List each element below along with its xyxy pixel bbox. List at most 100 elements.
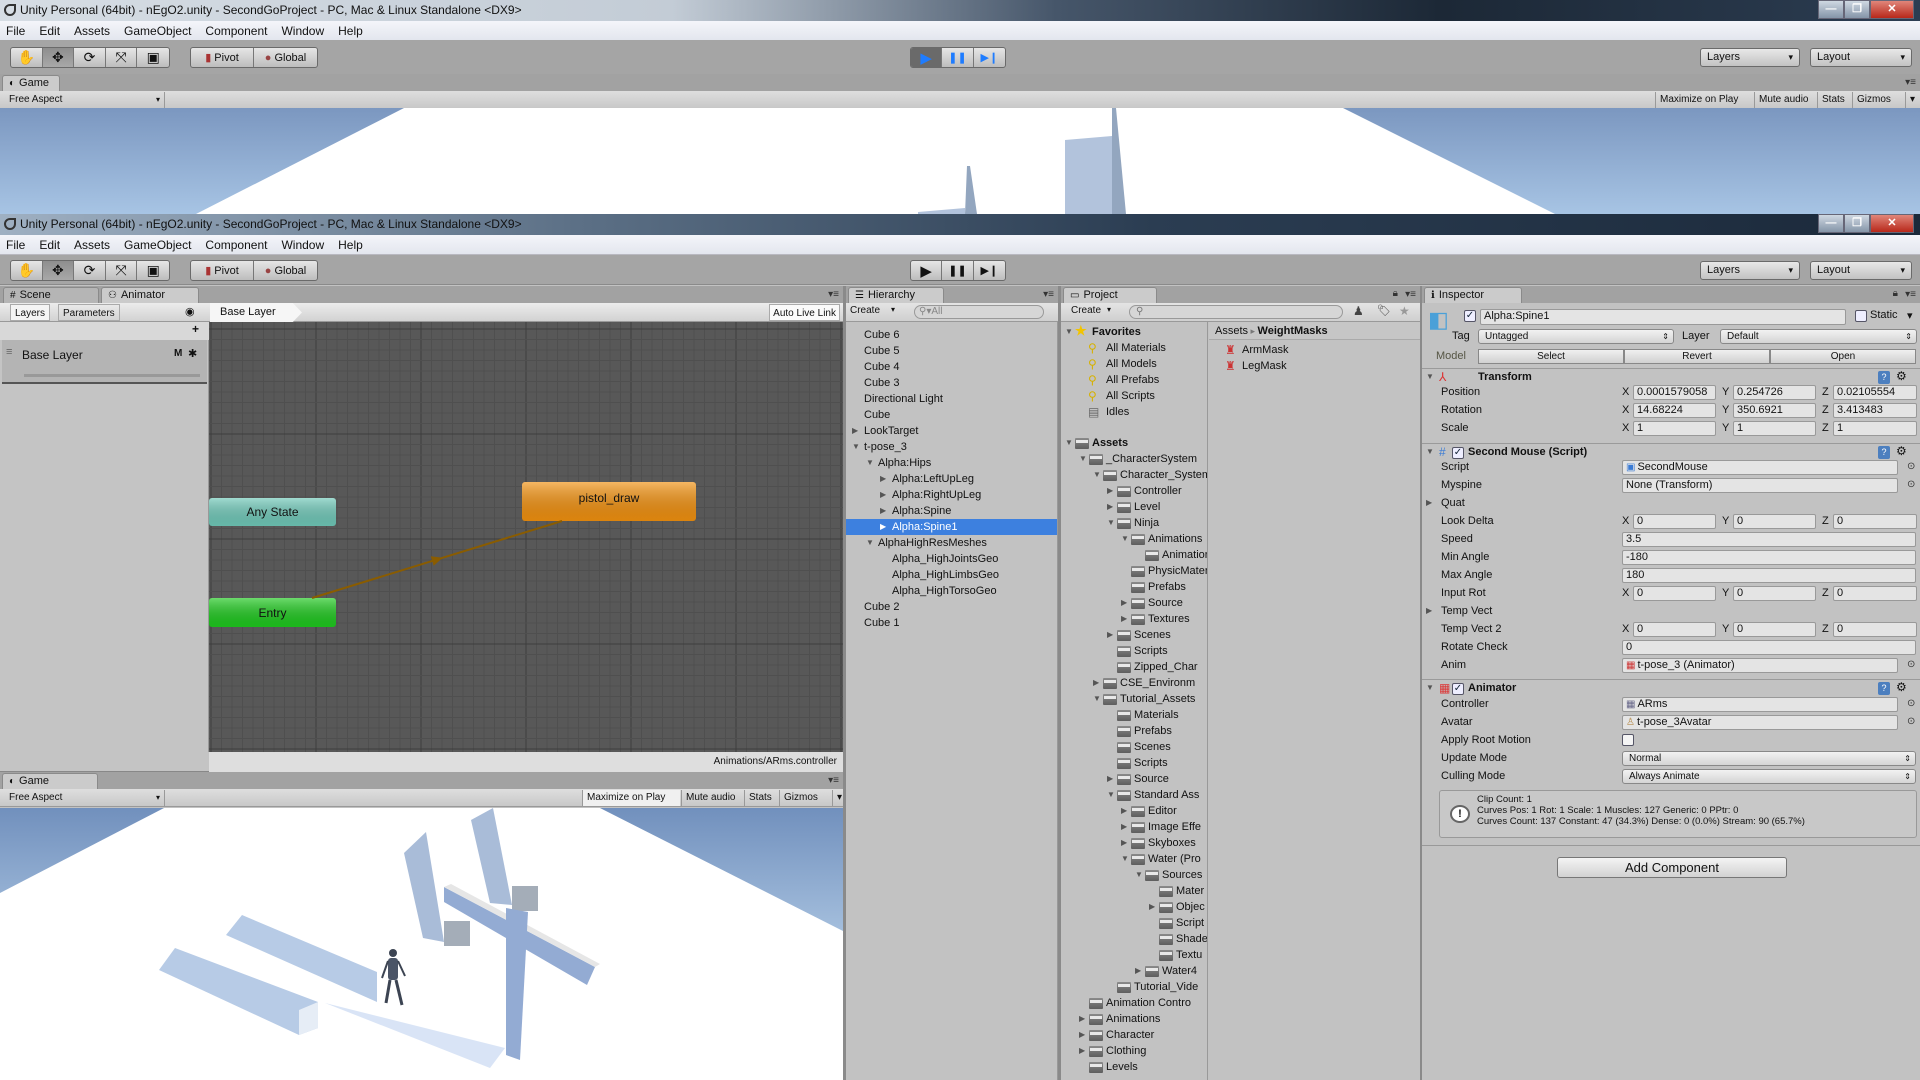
help-book-icon[interactable]: ? <box>1878 682 1890 695</box>
layer-dropdown[interactable]: Default <box>1720 329 1917 344</box>
project-folder[interactable]: ▼ Sources <box>1061 867 1207 883</box>
project-folder[interactable]: Scripts <box>1061 755 1207 771</box>
expand-arrow-icon[interactable]: ▶ <box>852 423 858 439</box>
object-reference-field[interactable]: None (Transform) <box>1622 478 1898 493</box>
model-open-button[interactable]: Open <box>1770 349 1916 364</box>
favorite-item[interactable]: ⚲ All Materials <box>1061 340 1207 356</box>
tab-game[interactable]: ◐ Game <box>2 773 98 789</box>
expand-arrow-icon[interactable]: ▶ <box>1121 803 1127 819</box>
project-folder[interactable]: ▶ Animations <box>1061 1011 1207 1027</box>
hierarchy-item[interactable]: Cube <box>846 407 1057 423</box>
menu-help[interactable]: Help <box>338 24 363 38</box>
expand-arrow-icon[interactable]: ▼ <box>866 535 874 551</box>
hierarchy-item[interactable]: ▼ t-pose_3 <box>846 439 1057 455</box>
subtab-parameters[interactable]: Parameters <box>58 304 120 321</box>
z-value-input[interactable]: 0 <box>1833 586 1917 601</box>
component-gear-icon[interactable]: ⚙ <box>1896 369 1907 383</box>
object-picker-icon[interactable]: ⊙ <box>1907 659 1915 670</box>
y-value-input[interactable]: 1 <box>1733 421 1816 436</box>
project-folder[interactable]: Animation Contro <box>1061 995 1207 1011</box>
project-folder[interactable]: Mater <box>1061 883 1207 899</box>
x-value-input[interactable]: 0.0001579058 <box>1633 385 1716 400</box>
project-folder[interactable]: ▶ Scenes <box>1061 627 1207 643</box>
expand-arrow-icon[interactable]: ▶ <box>1079 1011 1085 1027</box>
project-folder[interactable]: Scripts <box>1061 643 1207 659</box>
layers-dropdown[interactable]: Layers <box>1700 48 1800 67</box>
play-button[interactable]: ▶ <box>911 261 943 280</box>
maximize-button[interactable]: ❐ <box>1844 0 1870 19</box>
component-header[interactable]: ▼ # ✓ Second Mouse (Script)? ⚙ <box>1422 443 1920 461</box>
menu-help[interactable]: Help <box>338 238 363 252</box>
filter-by-label-icon[interactable]: 🏷︎ <box>1377 304 1391 317</box>
expand-arrow-icon[interactable]: ▼ <box>1107 515 1115 531</box>
expand-arrow-icon[interactable]: ▼ <box>1135 867 1143 883</box>
help-book-icon[interactable]: ? <box>1878 446 1890 459</box>
project-folder[interactable]: ▶ CSE_Environm <box>1061 675 1207 691</box>
add-layer-button[interactable]: + <box>0 322 209 340</box>
project-folder[interactable]: ▶ Source <box>1061 771 1207 787</box>
foldout-arrow-icon[interactable]: ▼ <box>1426 683 1434 692</box>
object-reference-field[interactable]: ▦ ARms <box>1622 697 1898 712</box>
z-value-input[interactable]: 0 <box>1833 514 1917 529</box>
expand-arrow-icon[interactable]: ▼ <box>866 455 874 471</box>
aspect-dropdown[interactable]: Free Aspect <box>5 92 165 108</box>
dropdown[interactable]: Always Animate <box>1622 769 1916 784</box>
expand-arrow-icon[interactable]: ▶ <box>1107 627 1113 643</box>
project-folder[interactable]: ▶ Source <box>1061 595 1207 611</box>
expand-arrow-icon[interactable]: ▶ <box>1149 899 1155 915</box>
expand-arrow-icon[interactable]: ▶ <box>1107 771 1113 787</box>
pane-menu-icon[interactable]: ▾≡ <box>1043 289 1054 300</box>
gizmos-dropdown-arrow[interactable]: ▾ <box>1905 92 1917 108</box>
expand-arrow-icon[interactable]: ▼ <box>1093 691 1101 707</box>
favorite-item[interactable]: ⚲ All Scripts <box>1061 388 1207 404</box>
foldout-arrow-icon[interactable]: ▶ <box>1426 498 1432 507</box>
game-button-gizmos[interactable]: Gizmos <box>1852 92 1904 108</box>
menu-assets[interactable]: Assets <box>74 238 110 252</box>
step-button[interactable]: ▶❙ <box>974 261 1005 280</box>
expand-arrow-icon[interactable]: ▼ <box>1093 467 1101 483</box>
expand-arrow-icon[interactable]: ▶ <box>1079 1043 1085 1059</box>
game-button-maximize-on-play[interactable]: Maximize on Play <box>1655 92 1753 108</box>
project-folder[interactable]: ▼ Ninja <box>1061 515 1207 531</box>
filter-by-type-icon[interactable]: ♟ <box>1353 304 1364 318</box>
help-book-icon[interactable]: ? <box>1878 371 1890 384</box>
object-picker-icon[interactable]: ⊙ <box>1907 461 1915 472</box>
close-button[interactable]: ✕ <box>1870 0 1914 19</box>
project-folder[interactable]: ▶ Image Effe <box>1061 819 1207 835</box>
hand-tool-icon[interactable]: ✋ <box>11 48 43 67</box>
project-folder[interactable]: ▶ Textures <box>1061 611 1207 627</box>
object-name-input[interactable]: Alpha:Spine1 <box>1480 309 1846 325</box>
breadcrumb-base-layer[interactable]: Base Layer <box>210 303 302 322</box>
game-button-mute-audio[interactable]: Mute audio <box>681 790 743 806</box>
project-folder[interactable]: ▶ Level <box>1061 499 1207 515</box>
state-label[interactable]: Entry <box>209 606 336 620</box>
hierarchy-item[interactable]: Cube 6 <box>846 327 1057 343</box>
hierarchy-item[interactable]: Cube 3 <box>846 375 1057 391</box>
object-reference-field[interactable]: ▦ t-pose_3 (Animator) <box>1622 658 1898 673</box>
component-gear-icon[interactable]: ⚙ <box>1896 680 1907 694</box>
z-value-input[interactable]: 1 <box>1833 421 1917 436</box>
project-folder[interactable]: ▼ Standard Ass <box>1061 787 1207 803</box>
hierarchy-item[interactable]: Alpha_HighLimbsGeo <box>846 567 1057 583</box>
eye-icon[interactable]: ◉ <box>185 305 195 318</box>
play-button[interactable]: ▶ <box>911 48 943 67</box>
project-folder[interactable]: Levels <box>1061 1059 1207 1075</box>
hierarchy-item[interactable]: Directional Light <box>846 391 1057 407</box>
create-dropdown[interactable]: Create <box>850 305 890 316</box>
dropdown[interactable]: Normal <box>1622 751 1916 766</box>
project-folder[interactable]: ▶ Skyboxes <box>1061 835 1207 851</box>
project-folder[interactable]: ▶ Editor <box>1061 803 1207 819</box>
tab-inspector[interactable]: ℹ Inspector <box>1424 287 1522 303</box>
create-dropdown[interactable]: Create <box>1071 305 1101 316</box>
global-button[interactable]: ● Global <box>254 48 317 67</box>
foldout-arrow-icon[interactable]: ▶ <box>1426 606 1432 615</box>
hierarchy-item[interactable]: ▼ Alpha:Hips <box>846 455 1057 471</box>
menu-edit[interactable]: Edit <box>39 238 60 252</box>
game-button-maximize-on-play[interactable]: Maximize on Play <box>582 790 680 806</box>
rotate-tool-icon[interactable]: ⟳ <box>74 48 106 67</box>
scale-tool-icon[interactable]: ⤧ <box>106 48 138 67</box>
assets-root[interactable]: ▼ Assets <box>1061 435 1207 451</box>
tab-hierarchy[interactable]: ☰ Hierarchy <box>848 287 944 303</box>
foldout-arrow-icon[interactable]: ▼ <box>1426 372 1434 381</box>
state-label[interactable]: pistol_draw <box>522 491 696 505</box>
